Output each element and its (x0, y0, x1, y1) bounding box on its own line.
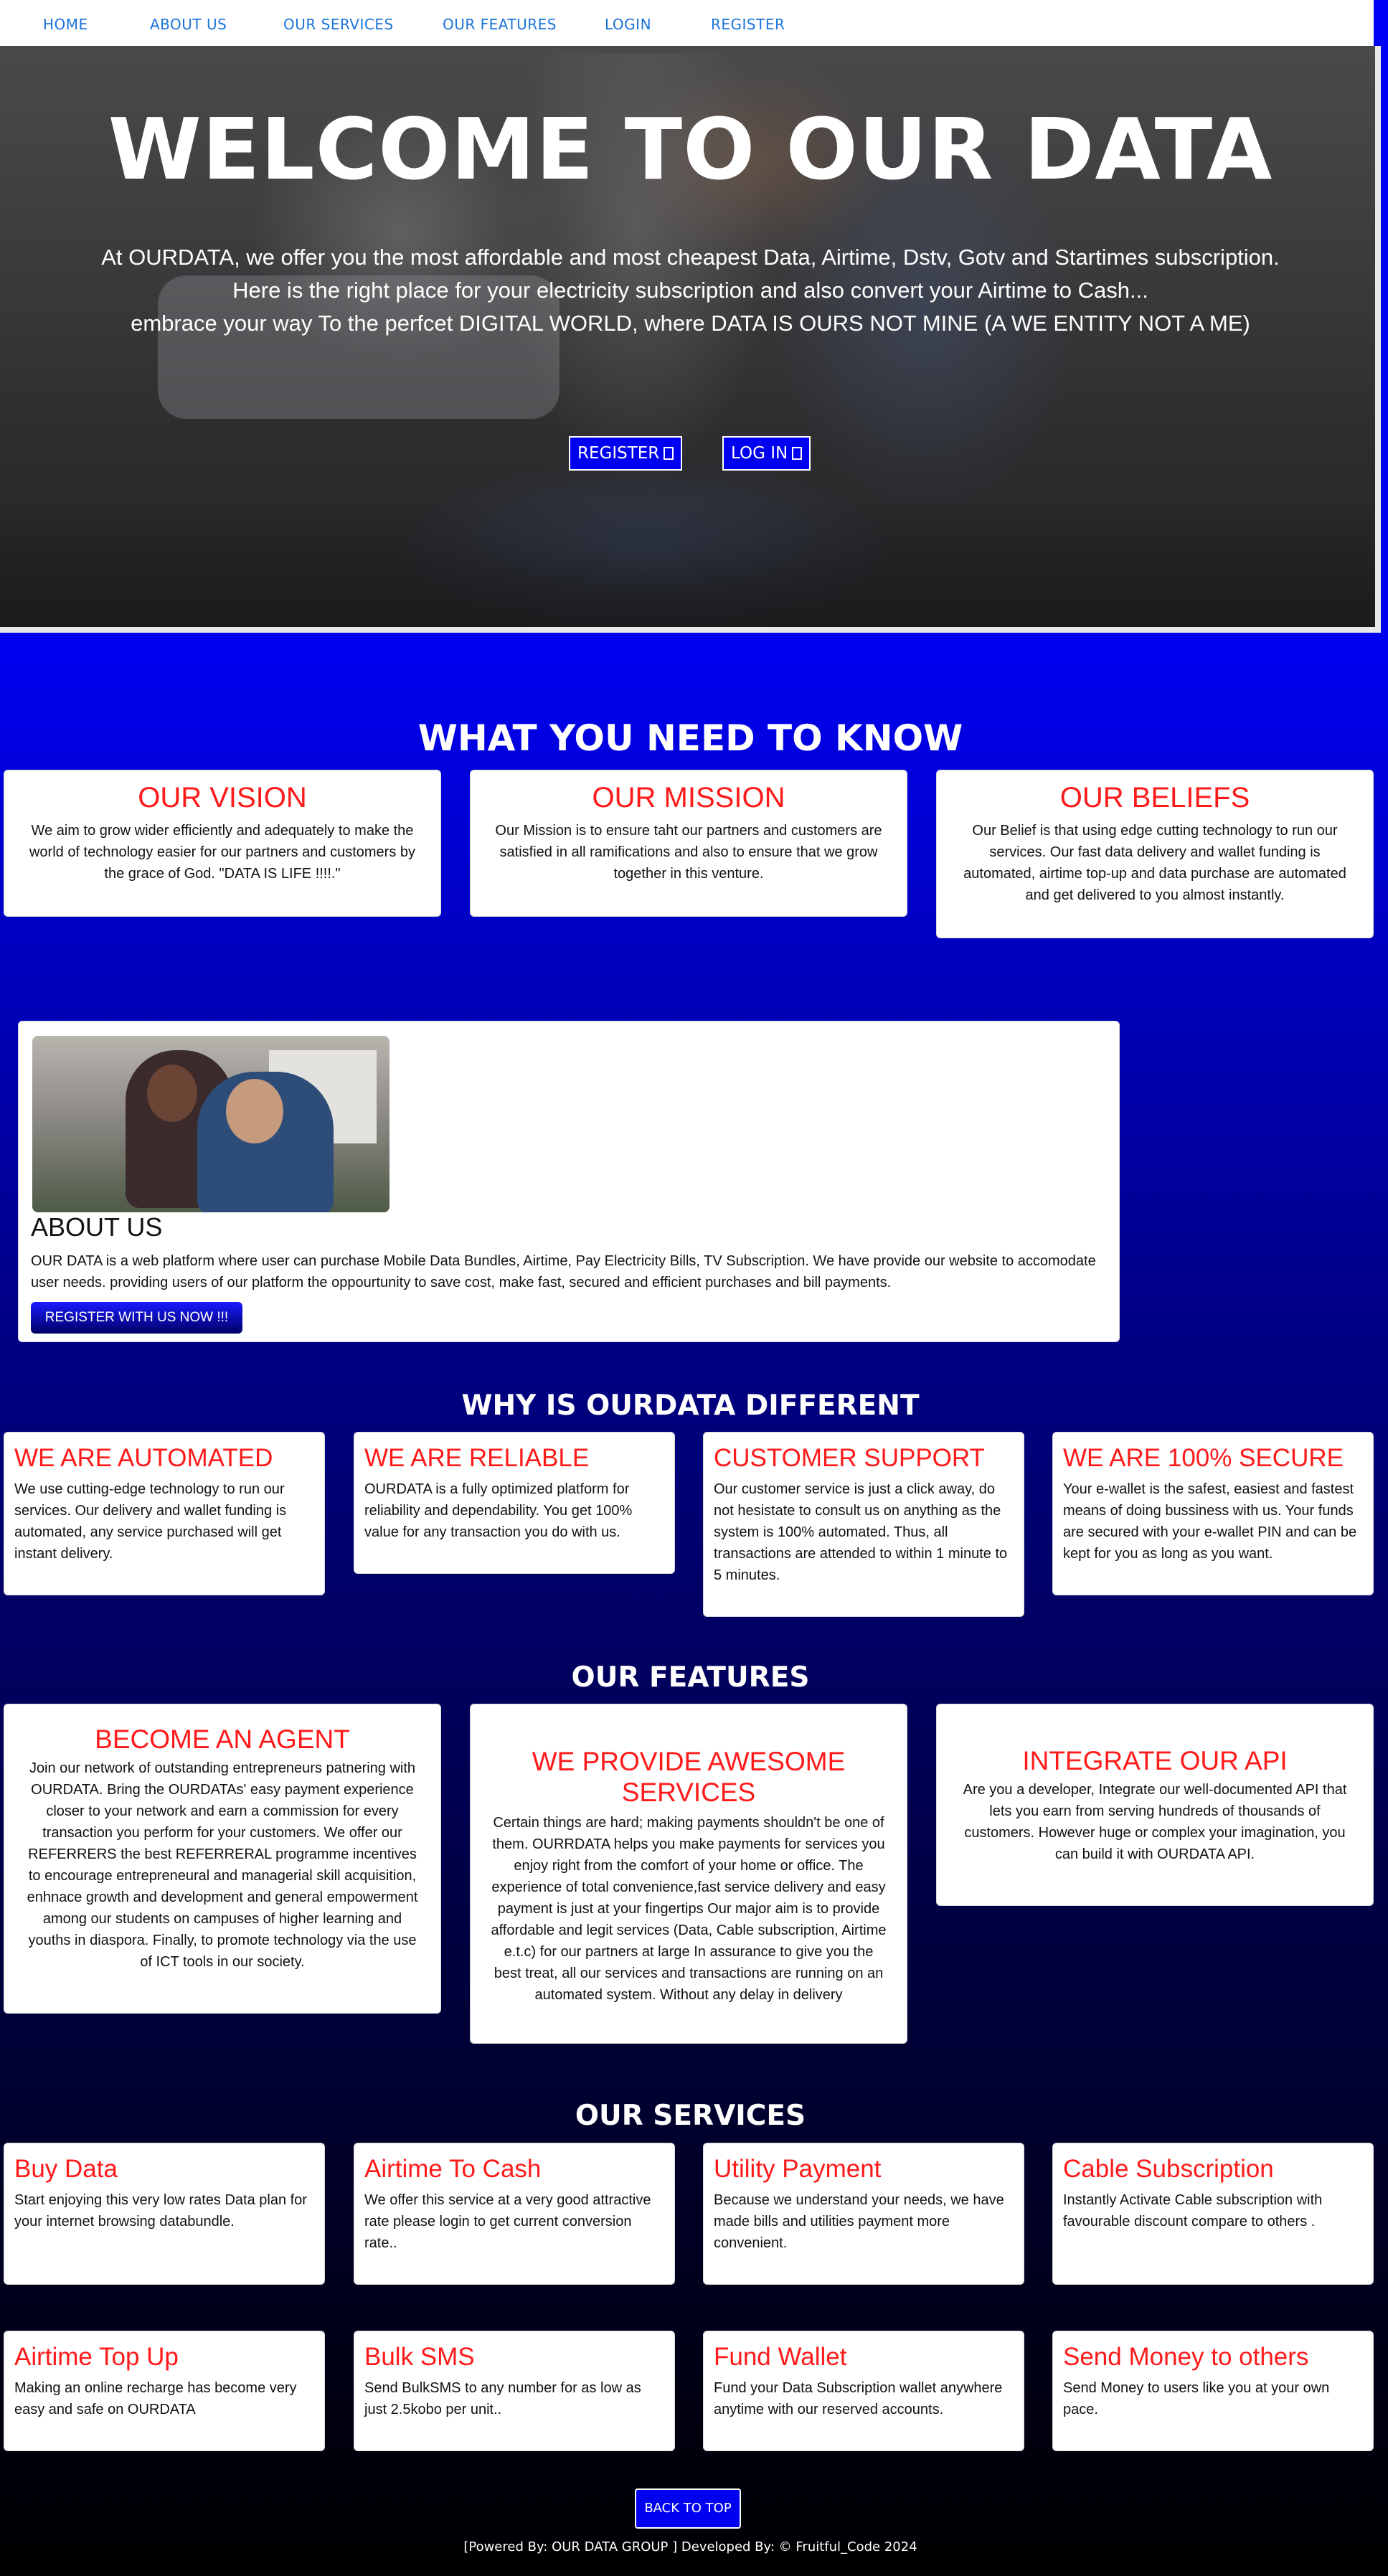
about-photo-face (226, 1079, 283, 1143)
mission-title: OUR MISSION (592, 782, 785, 813)
support-title: CUSTOMER SUPPORT (714, 1444, 985, 1472)
services-heading: OUR SERVICES (575, 2100, 806, 2132)
service-title: Send Money to others (1063, 2343, 1309, 2371)
service-card: Utility Payment Because we understand yo… (703, 2143, 1024, 2285)
different-heading: WHY IS OURDATA DIFFERENT (461, 1390, 920, 1422)
hero-title: WELCOME TO OUR DATA (108, 100, 1273, 199)
service-card: Airtime Top Up Making an online recharge… (4, 2331, 325, 2451)
nav-login[interactable]: LOGIN (605, 16, 651, 33)
service-title: Cable Subscription (1063, 2155, 1274, 2183)
reliable-card: WE ARE RELIABLE OURDATA is a fully optim… (354, 1432, 675, 1574)
service-title: Utility Payment (714, 2155, 882, 2183)
service-body: Start enjoying this very low rates Data … (14, 2192, 307, 2230)
awesome-services-body: Certain things are hard; making payments… (491, 1815, 887, 2003)
awesome-services-card: WE PROVIDE AWESOME SERVICES Certain thin… (470, 1704, 907, 2044)
service-card: Bulk SMS Send BulkSMS to any number for … (354, 2331, 675, 2451)
know-heading: WHAT YOU NEED TO KNOW (417, 717, 963, 759)
api-body: Are you a developer, Integrate our well-… (963, 1782, 1347, 1862)
nav-our-services[interactable]: OUR SERVICES (283, 16, 394, 33)
api-card: INTEGRATE OUR API Are you a developer, I… (936, 1704, 1374, 1906)
automated-card: WE ARE AUTOMATED We use cutting-edge tec… (4, 1432, 325, 1595)
vision-body: We aim to grow wider efficiently and ade… (29, 823, 416, 882)
beliefs-body: Our Belief is that using edge cutting te… (963, 823, 1346, 903)
hero-register-button[interactable]: REGISTER (569, 436, 683, 471)
service-title: Airtime Top Up (14, 2343, 179, 2371)
login-icon (792, 447, 803, 460)
service-body: Send BulkSMS to any number for as low as… (364, 2380, 641, 2417)
support-card: CUSTOMER SUPPORT Our customer service is… (703, 1432, 1024, 1617)
reliable-body: OURDATA is a fully optimized platform fo… (364, 1481, 633, 1540)
service-title: Fund Wallet (714, 2343, 847, 2371)
service-body: Send Money to users like you at your own… (1063, 2380, 1330, 2417)
service-body: Fund your Data Subscription wallet anywh… (714, 2380, 1003, 2417)
service-body: We offer this service at a very good att… (364, 2192, 651, 2251)
service-card: Airtime To Cash We offer this service at… (354, 2143, 675, 2285)
hero-login-label: LOG IN (731, 444, 788, 463)
hero-register-label: REGISTER (577, 444, 660, 463)
service-body: Making an online recharge has become ver… (14, 2380, 297, 2417)
scroll-accent (1374, 0, 1388, 46)
hero-line-2: Here is the right place for your electri… (232, 278, 1148, 303)
hero-tagline: At OURDATA, we offer you the most afford… (57, 241, 1323, 340)
automated-title: WE ARE AUTOMATED (14, 1444, 273, 1472)
agent-body: Join our network of outstanding entrepre… (27, 1760, 418, 1970)
hero-photo-floor (0, 498, 1375, 627)
hero-line-1: At OURDATA, we offer you the most afford… (101, 245, 1280, 270)
secure-body: Your e-wallet is the safest, easiest and… (1063, 1481, 1357, 1562)
features-heading: OUR FEATURES (571, 1661, 810, 1694)
register-with-us-button[interactable]: REGISTER WITH US NOW !!! (31, 1302, 242, 1334)
api-title: INTEGRATE OUR API (1022, 1746, 1288, 1775)
vision-title: OUR VISION (138, 782, 307, 813)
hero-banner: WELCOME TO OUR DATA At OURDATA, we offer… (0, 46, 1381, 633)
agent-card: BECOME AN AGENT Join our network of outs… (4, 1704, 441, 2014)
top-nav: HOME ABOUT US OUR SERVICES OUR FEATURES … (0, 0, 1374, 46)
service-body: Instantly Activate Cable subscription wi… (1063, 2192, 1323, 2230)
nav-home[interactable]: HOME (43, 16, 88, 33)
service-title: Buy Data (14, 2155, 118, 2183)
agent-title: BECOME AN AGENT (95, 1725, 350, 1754)
beliefs-card: OUR BELIEFS Our Belief is that using edg… (936, 770, 1374, 938)
hero-login-button[interactable]: LOG IN (722, 436, 811, 471)
vision-card: OUR VISION We aim to grow wider efficien… (4, 770, 441, 917)
secure-card: WE ARE 100% SECURE Your e-wallet is the … (1052, 1432, 1374, 1595)
beliefs-title: OUR BELIEFS (1059, 782, 1250, 813)
automated-body: We use cutting-edge technology to run ou… (14, 1481, 287, 1562)
about-photo (32, 1036, 390, 1212)
service-title: Bulk SMS (364, 2343, 475, 2371)
mission-body: Our Mission is to ensure taht our partne… (495, 823, 882, 882)
service-title: Airtime To Cash (364, 2155, 542, 2183)
register-icon (664, 447, 674, 460)
about-text: OUR DATA is a web platform where user ca… (31, 1253, 1096, 1291)
awesome-services-title: WE PROVIDE AWESOME SERVICES (532, 1747, 846, 1807)
back-to-top-button[interactable]: BACK TO TOP (635, 2488, 741, 2529)
service-body: Because we understand your needs, we hav… (714, 2192, 1004, 2251)
mission-card: OUR MISSION Our Mission is to ensure tah… (470, 770, 907, 917)
service-card: Fund Wallet Fund your Data Subscription … (703, 2331, 1024, 2451)
reliable-title: WE ARE RELIABLE (364, 1444, 590, 1472)
about-title: ABOUT US (31, 1212, 163, 1242)
secure-title: WE ARE 100% SECURE (1063, 1444, 1344, 1472)
support-body: Our customer service is just a click awa… (714, 1481, 1008, 1583)
service-card: Send Money to others Send Money to users… (1052, 2331, 1374, 2451)
about-photo-face (147, 1065, 197, 1122)
nav-about-us[interactable]: ABOUT US (150, 16, 227, 33)
nav-register[interactable]: REGISTER (711, 16, 785, 33)
service-card: Cable Subscription Instantly Activate Ca… (1052, 2143, 1374, 2285)
service-card: Buy Data Start enjoying this very low ra… (4, 2143, 325, 2285)
nav-our-features[interactable]: OUR FEATURES (443, 16, 557, 33)
hero-line-3: embrace your way To the perfcet DIGITAL … (131, 311, 1250, 336)
footer-credit: [Powered By: OUR DATA GROUP ] Developed … (463, 2539, 917, 2554)
